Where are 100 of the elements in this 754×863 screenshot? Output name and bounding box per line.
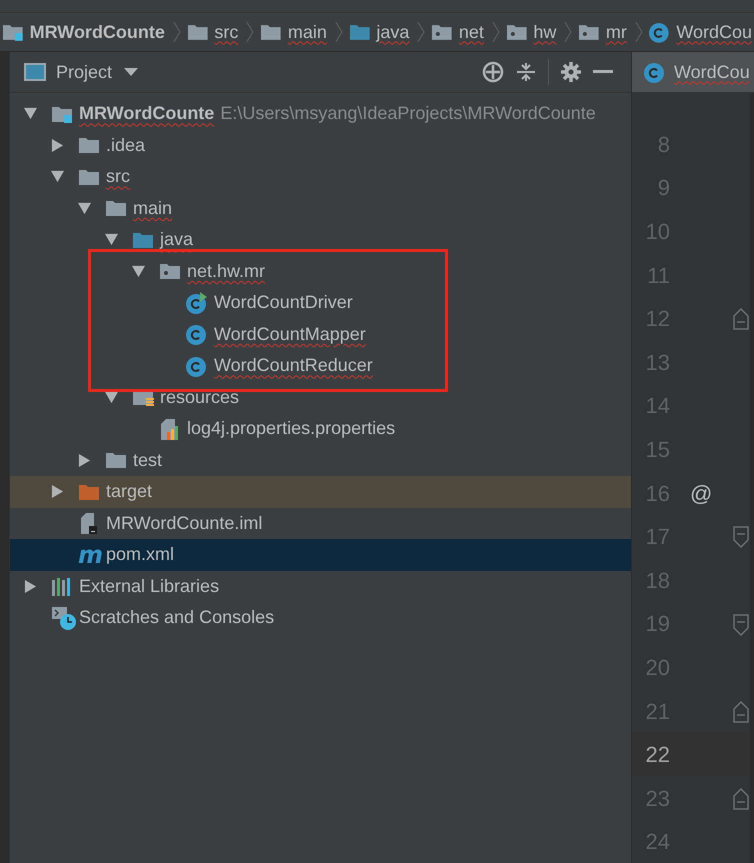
breadcrumb-item[interactable]: mr <box>606 22 627 42</box>
folder-icon <box>260 23 282 41</box>
folder-icon <box>105 451 127 470</box>
fold-marker-icon[interactable] <box>733 700 749 723</box>
chevron-icon <box>492 21 500 43</box>
breadcrumb-item[interactable]: net <box>458 22 484 42</box>
folder-icon <box>159 262 181 280</box>
properties-file-icon <box>159 418 181 440</box>
expanded-arrow-icon[interactable] <box>24 107 37 120</box>
class-icon <box>644 61 666 83</box>
fold-marker-icon[interactable] <box>733 308 749 330</box>
class-icon <box>186 292 208 314</box>
tree-item-label: External Libraries <box>79 576 220 597</box>
breadcrumb-item[interactable]: src <box>214 22 238 42</box>
tree-row[interactable]: .idea <box>10 130 631 161</box>
tree-row[interactable]: MRWordCounte.iml <box>10 508 631 539</box>
chevron-icon <box>417 21 426 43</box>
module-file-icon <box>78 512 100 534</box>
tree-item-label: MRWordCounte.iml <box>106 512 262 534</box>
tree-item-label: WordCountReducer <box>214 355 373 376</box>
breadcrumb-item[interactable]: MRWordCounte <box>30 22 165 42</box>
breadcrumb-item[interactable]: java <box>376 22 410 42</box>
annotation-marker[interactable]: @ <box>690 480 712 507</box>
tree-item-label: main <box>133 198 172 219</box>
dropdown-caret-icon[interactable] <box>124 68 138 76</box>
folder-icon <box>431 23 453 41</box>
line-number: 22 <box>644 742 670 768</box>
collapse-all-icon[interactable] <box>516 62 536 82</box>
libraries-icon <box>51 576 73 596</box>
folder-icon <box>506 23 528 41</box>
tree-row[interactable]: main <box>10 192 631 224</box>
folder-icon <box>78 136 100 154</box>
tree-item-label: log4j.properties.properties <box>187 418 396 440</box>
tree-item-label: net.hw.mr <box>187 260 266 282</box>
panel-icon <box>24 63 46 81</box>
folder-icon <box>78 482 100 501</box>
chevron-icon <box>172 21 181 43</box>
tree-item-label: test <box>133 450 162 471</box>
tree-row[interactable]: src <box>10 161 631 192</box>
folder-icon <box>105 199 127 218</box>
tree-row[interactable]: resources <box>10 382 631 413</box>
breadcrumb-item[interactable]: WordCou <box>676 22 752 42</box>
tree-row[interactable]: log4j.properties.properties <box>10 413 631 444</box>
tree-row[interactable]: java <box>10 224 631 256</box>
tree-row[interactable]: target <box>10 476 631 508</box>
tree-item-label: Scratches and Consoles <box>79 607 274 628</box>
breadcrumb-item[interactable]: hw <box>533 22 556 42</box>
folder-icon <box>2 23 24 41</box>
collapsed-arrow-icon[interactable] <box>78 454 91 467</box>
expanded-arrow-icon[interactable] <box>105 390 118 404</box>
editor-tab[interactable]: WordCou <box>632 52 754 92</box>
breadcrumb-item[interactable]: main <box>288 22 327 42</box>
class-icon <box>186 354 208 377</box>
minimize-icon[interactable] <box>593 70 613 74</box>
chevron-icon <box>334 21 343 43</box>
tree-row[interactable]: WordCountMapper <box>10 318 631 350</box>
chevron-icon <box>564 21 572 43</box>
chevron-icon <box>246 21 254 43</box>
tree-row[interactable]: test <box>10 444 631 476</box>
folder-icon <box>132 230 154 249</box>
tree-item-label: WordCountMapper <box>214 324 366 345</box>
scratches-icon <box>51 606 77 630</box>
tree-item-label: pom.xml <box>106 544 174 566</box>
class-icon <box>648 21 670 43</box>
folder-icon <box>78 168 100 186</box>
fold-marker-icon[interactable] <box>733 526 749 548</box>
tree-item-label: WordCountDriver <box>214 292 353 314</box>
tree-item-label: target <box>106 481 152 502</box>
tree-row[interactable]: MRWordCounte E:\Users\msyang\IdeaProjects\MRWordCounte <box>10 98 631 130</box>
panel-title[interactable]: Project <box>56 62 112 82</box>
fold-marker-icon[interactable] <box>733 788 749 810</box>
tree-item-label: .idea <box>106 134 146 156</box>
collapsed-arrow-icon[interactable] <box>51 138 64 152</box>
folder-icon <box>51 104 73 123</box>
fold-marker-icon[interactable] <box>733 614 749 636</box>
tree-item-label: java <box>160 229 194 250</box>
chevron-icon <box>634 21 643 43</box>
expanded-arrow-icon[interactable] <box>78 202 91 215</box>
tree-item-label: src <box>106 166 130 188</box>
expanded-arrow-icon[interactable] <box>105 233 118 246</box>
expanded-arrow-icon[interactable] <box>132 264 145 278</box>
tree-row[interactable]: m pom.xml <box>10 539 631 570</box>
expanded-arrow-icon[interactable] <box>51 170 64 184</box>
tree-item-label: resources <box>160 386 240 408</box>
locate-icon[interactable] <box>482 61 504 83</box>
folder-icon <box>348 23 370 41</box>
tree-item-label: MRWordCounte <box>79 103 214 124</box>
tree-row[interactable]: Scratches and Consoles <box>10 602 631 634</box>
tree-row[interactable]: WordCountDriver <box>10 287 631 318</box>
collapsed-arrow-icon[interactable] <box>51 485 64 498</box>
collapsed-arrow-icon[interactable] <box>24 580 37 593</box>
tree-row[interactable]: WordCountReducer <box>10 350 631 382</box>
class-icon <box>186 323 208 346</box>
folder-icon <box>578 23 600 41</box>
folder-icon <box>186 23 208 41</box>
maven-icon: m <box>78 544 104 566</box>
tree-row[interactable]: net.hw.mr <box>10 256 631 287</box>
project-path: E:\Users\msyang\IdeaProjects\MRWordCounte <box>220 103 596 124</box>
tree-row[interactable]: External Libraries <box>10 570 631 602</box>
settings-icon[interactable] <box>561 62 581 82</box>
